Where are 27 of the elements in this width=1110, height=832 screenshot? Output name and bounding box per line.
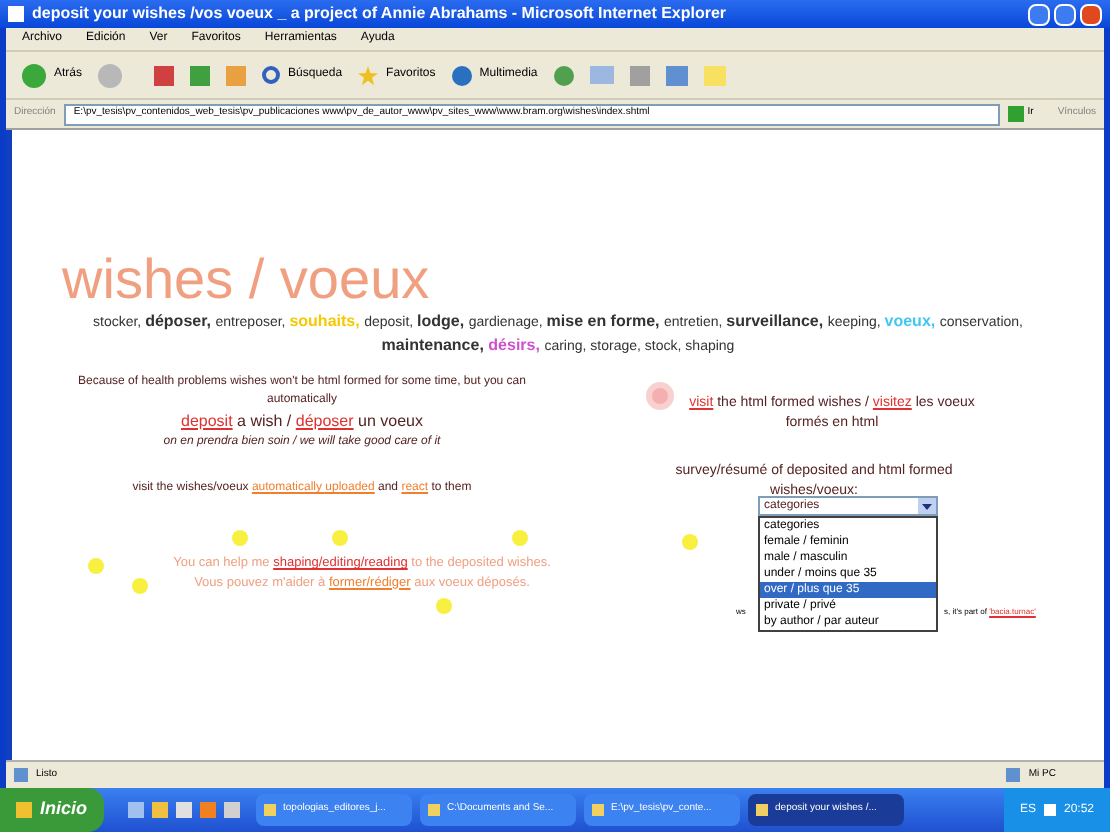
- keyword-text: désirs,: [488, 336, 542, 354]
- link[interactable]: déposer: [295, 412, 354, 430]
- start-button[interactable]: Inicio: [0, 788, 104, 832]
- maximize-button[interactable]: [1054, 3, 1076, 25]
- keyword-text: déposer,: [145, 312, 213, 330]
- star-icon: [358, 65, 379, 85]
- keyword-text: maintenance,: [381, 336, 486, 354]
- page-heading: wishes / voeux: [62, 250, 430, 310]
- caret-icon: [918, 498, 936, 514]
- dot-decoration: [88, 558, 104, 574]
- dot-decoration: [332, 530, 348, 546]
- keyword-text: mise en forme,: [546, 312, 662, 330]
- keyword-text: lodge,: [417, 312, 467, 330]
- deposit-text: deposit a wish / déposer un voeux: [181, 410, 423, 434]
- close-button[interactable]: [1080, 3, 1102, 25]
- keyword-text: souhaits,: [289, 312, 362, 330]
- link[interactable]: deposit: [181, 412, 233, 430]
- keyword-text: voeux,: [884, 312, 938, 330]
- window-title: deposit your wishes /vos voeux _ a project of Annie Abrahams - Microsoft Internet Explorer: [32, 2, 727, 26]
- dot-decoration: [512, 530, 528, 546]
- dot-decoration: [232, 530, 248, 546]
- search-icon: [262, 66, 281, 84]
- dot-decoration: [436, 598, 452, 614]
- dot-decoration: [682, 534, 698, 550]
- dot-decoration: [132, 578, 148, 594]
- keyword-text: surveillance,: [726, 312, 826, 330]
- minimize-button[interactable]: [1028, 3, 1050, 25]
